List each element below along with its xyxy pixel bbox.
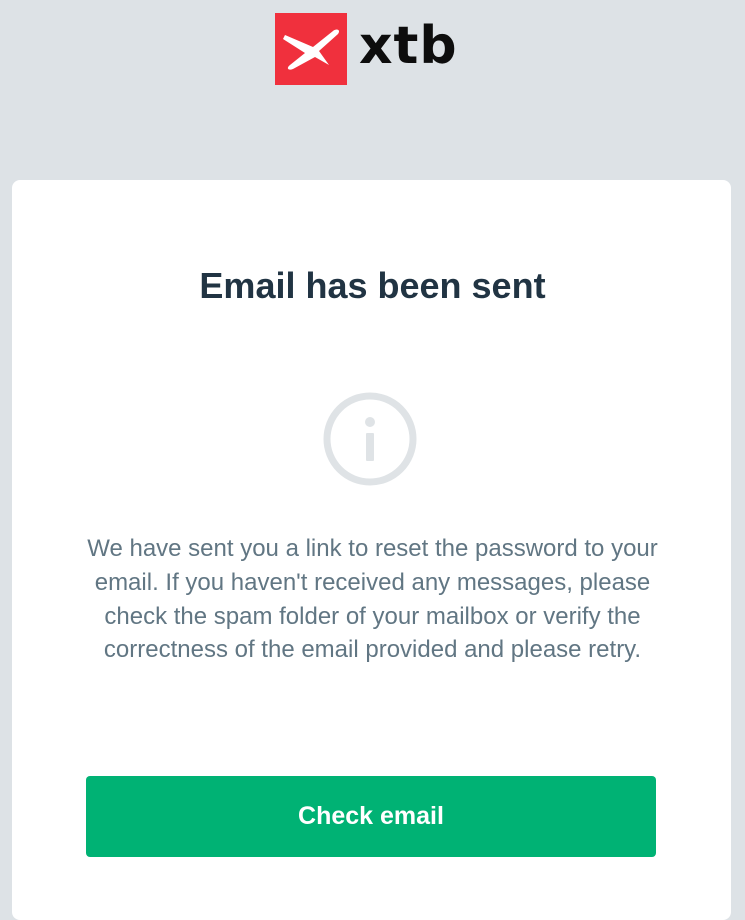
xtb-logo: xtb — [275, 13, 458, 85]
info-icon — [323, 392, 417, 486]
page-title: Email has been sent — [199, 265, 546, 306]
confirmation-message: We have sent you a link to reset the pas… — [87, 535, 658, 664]
xtb-x-mark-icon — [275, 13, 347, 85]
check-email-button[interactable]: Check email — [86, 776, 656, 857]
logo-wordmark: xtb — [359, 16, 458, 76]
